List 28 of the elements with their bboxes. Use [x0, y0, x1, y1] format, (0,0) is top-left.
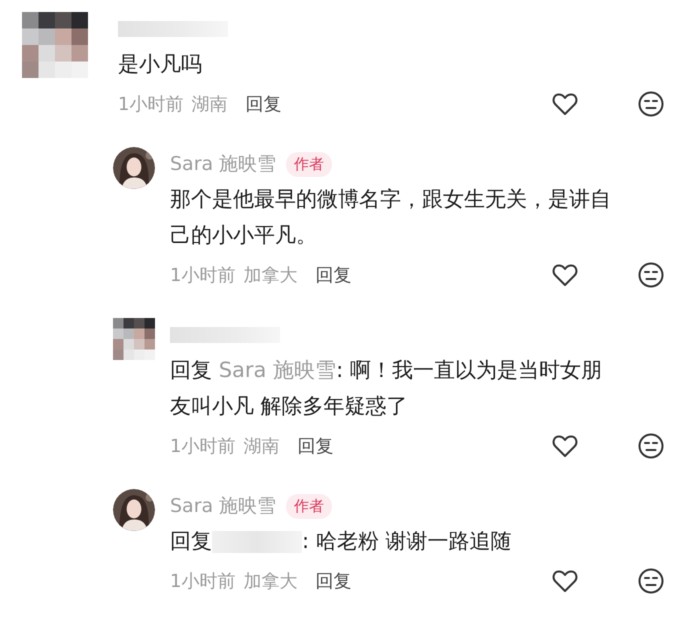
- avatar[interactable]: [113, 147, 155, 189]
- reply-button[interactable]: 回复: [245, 92, 282, 116]
- neutral-face-icon[interactable]: [638, 433, 664, 459]
- comment-text: 那个是他最早的微博名字，跟女生无关，是讲自己的小小平凡。: [170, 186, 612, 249]
- comment-text: 回复 : 哈老粉 谢谢一路追随: [170, 528, 512, 556]
- neutral-face-icon[interactable]: [638, 262, 664, 288]
- author-badge: 作者: [286, 152, 332, 176]
- comment-time: 1小时前: [170, 570, 236, 593]
- heart-icon[interactable]: [552, 568, 578, 594]
- neutral-face-icon[interactable]: [638, 568, 664, 594]
- reply-button[interactable]: 回复: [315, 263, 352, 287]
- comment-location: 加拿大: [243, 264, 298, 287]
- author-badge: 作者: [286, 494, 332, 518]
- heart-icon[interactable]: [552, 91, 578, 117]
- comment-text: 回复 Sara 施映雪: 啊！我一直以为是当时女朋友叫小凡 解除多年疑惑了: [170, 357, 603, 420]
- comment-text: 是小凡吗: [118, 51, 203, 78]
- reply-button[interactable]: 回复: [297, 434, 334, 458]
- comment-time: 1小时前: [118, 93, 184, 116]
- comment-location: 湖南: [191, 93, 228, 116]
- comment-location: 湖南: [243, 435, 280, 458]
- avatar[interactable]: [113, 489, 155, 531]
- reply-button[interactable]: 回复: [315, 569, 352, 593]
- comment-location: 加拿大: [243, 570, 298, 593]
- heart-icon[interactable]: [552, 262, 578, 288]
- comment-time: 1小时前: [170, 264, 236, 287]
- comment-time: 1小时前: [170, 435, 236, 458]
- heart-icon[interactable]: [552, 433, 578, 459]
- neutral-face-icon[interactable]: [638, 91, 664, 117]
